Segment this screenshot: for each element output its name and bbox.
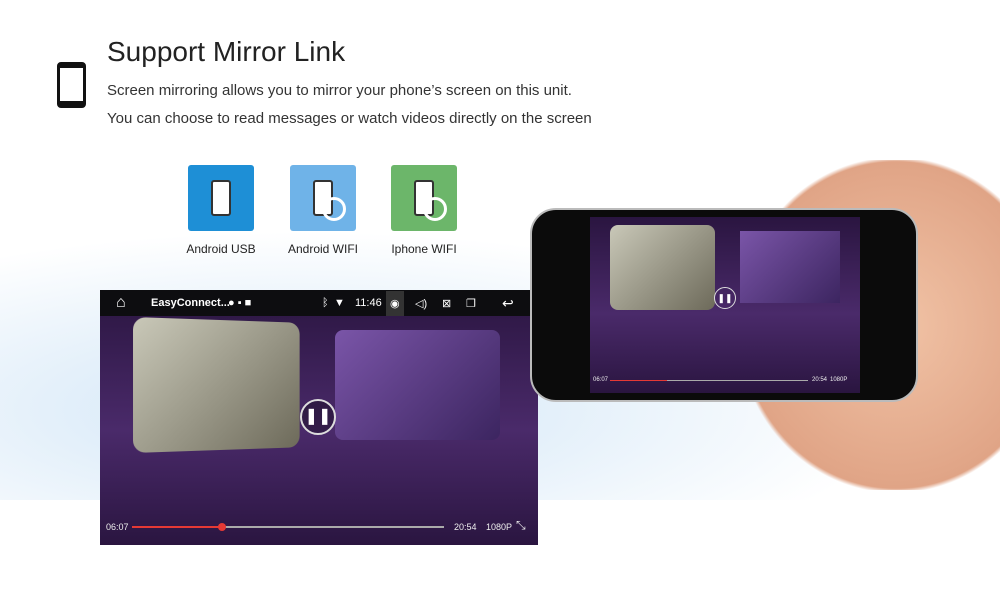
video-panel-right (335, 330, 500, 440)
page-title: Support Mirror Link (107, 36, 346, 67)
quality[interactable]: 1080P (486, 522, 512, 532)
android-wifi-label: Android WIFI (287, 242, 359, 256)
phone-icon (57, 62, 86, 108)
status-bar: ⌂ EasyConnect... ● ▪ ■ ᛒ ▼ 11:46 ◉ ◁) ⊠ … (100, 290, 538, 316)
seek-bar[interactable] (610, 380, 808, 381)
phone-screen: ❚❚ 06:07 20:54 1080P (590, 217, 860, 393)
quality: 1080P (830, 377, 848, 383)
bluetooth-icon: ᛒ (322, 297, 329, 309)
duration: 20:54 (812, 377, 828, 383)
description-line-1: Screen mirroring allows you to mirror yo… (107, 82, 572, 99)
elapsed-time: 06:07 (106, 522, 129, 532)
android-usb-label: Android USB (186, 242, 256, 256)
camera-icon[interactable]: ◉ (386, 290, 404, 316)
car-screen: ⌂ EasyConnect... ● ▪ ■ ᛒ ▼ 11:46 ◉ ◁) ⊠ … (100, 290, 538, 545)
video-panel-left (610, 225, 715, 310)
seek-bar[interactable] (132, 523, 444, 531)
elapsed-time: 06:07 (593, 377, 609, 383)
description-line-2: You can choose to read messages or watch… (107, 110, 592, 127)
android-wifi-icon (290, 165, 356, 231)
notification-icon: ● ▪ ■ (228, 297, 252, 309)
volume-icon[interactable]: ◁) (415, 297, 427, 310)
back-icon[interactable]: ↩ (502, 295, 514, 312)
pause-button[interactable]: ❚❚ (714, 287, 736, 309)
app-name: EasyConnect... (151, 297, 230, 309)
iphone-wifi-icon (391, 165, 457, 231)
collapse-icon[interactable]: ⤡ (516, 518, 526, 533)
pause-button[interactable]: ❚❚ (300, 399, 336, 435)
recents-icon[interactable]: ❐ (466, 297, 476, 310)
video-panel-left (133, 316, 300, 454)
android-usb-icon (188, 165, 254, 231)
close-icon[interactable]: ⊠ (442, 297, 451, 310)
iphone-wifi-label: Iphone WIFI (391, 242, 457, 256)
smartphone: ❚❚ 06:07 20:54 1080P (530, 208, 918, 402)
duration: 20:54 (454, 522, 477, 532)
video-panel-right (740, 231, 840, 303)
clock: 11:46 (355, 297, 382, 309)
home-icon[interactable]: ⌂ (116, 294, 126, 312)
wifi-icon: ▼ (334, 297, 345, 309)
